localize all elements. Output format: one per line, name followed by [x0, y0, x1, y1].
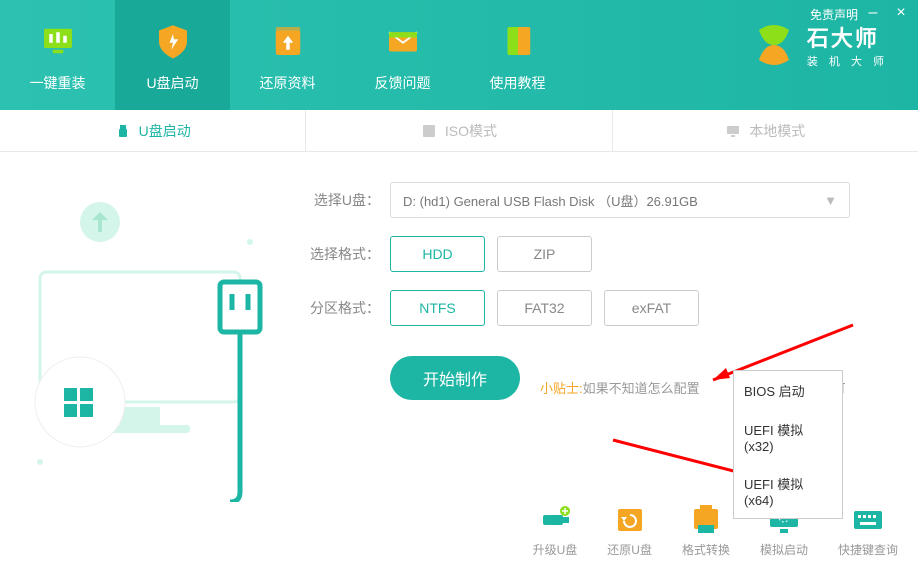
upload-icon — [264, 17, 312, 65]
start-button[interactable]: 开始制作 — [390, 356, 520, 400]
tip-label: 小贴士: — [540, 378, 583, 397]
brand-title: 石大师 — [807, 21, 888, 53]
local-icon — [725, 123, 741, 139]
nav-reinstall[interactable]: 一键重装 — [0, 0, 115, 110]
format-hdd[interactable]: HDD — [390, 236, 485, 272]
tab-iso[interactable]: ISO模式 — [306, 110, 612, 151]
book-icon — [494, 17, 542, 65]
partition-fat32[interactable]: FAT32 — [497, 290, 592, 326]
partition-label: 分区格式： — [310, 298, 390, 318]
brand: 石大师 装 机 大 师 — [749, 20, 888, 70]
tab-usb-boot[interactable]: U盘启动 — [0, 110, 306, 151]
nav-feedback[interactable]: 反馈问题 — [345, 0, 460, 110]
chevron-down-icon: ▼ — [824, 193, 837, 208]
convert-icon — [688, 503, 724, 535]
dropdown-bios[interactable]: BIOS 启动 — [734, 371, 842, 410]
usb-select-label: 选择U盘： — [310, 190, 390, 210]
keyboard-icon — [850, 503, 886, 535]
format-zip[interactable]: ZIP — [497, 236, 592, 272]
boot-mode-dropdown: BIOS 启动 UEFI 模拟(x32) UEFI 模拟(x64) — [733, 370, 843, 519]
partition-exfat[interactable]: exFAT — [604, 290, 699, 326]
bottom-actions: 升级U盘 还原U盘 格式转换 模拟启动 快捷键查询 — [533, 503, 898, 558]
usb-icon — [115, 123, 131, 139]
action-format-convert[interactable]: 格式转换 — [682, 503, 730, 558]
tab-local[interactable]: 本地模式 — [613, 110, 918, 151]
brand-subtitle: 装 机 大 师 — [807, 53, 888, 69]
action-restore-usb[interactable]: 还原U盘 — [607, 503, 652, 558]
nav-restore[interactable]: 还原资料 — [230, 0, 345, 110]
usb-upgrade-icon — [537, 503, 573, 535]
shield-icon — [149, 17, 197, 65]
dropdown-uefi32[interactable]: UEFI 模拟(x32) — [734, 410, 842, 464]
monitor-icon — [34, 17, 82, 65]
format-label: 选择格式： — [310, 244, 390, 264]
illustration — [20, 182, 280, 482]
sub-tabs: U盘启动 ISO模式 本地模式 — [0, 110, 918, 152]
mail-icon — [379, 17, 427, 65]
tip-text: 如果不知道怎么配置 — [583, 378, 700, 397]
restore-icon — [612, 503, 648, 535]
dropdown-uefi64[interactable]: UEFI 模拟(x64) — [734, 464, 842, 518]
header: 一键重装 U盘启动 还原资料 反馈问题 使用教程 免责声明 – × 石大师 装 … — [0, 0, 918, 110]
partition-ntfs[interactable]: NTFS — [390, 290, 485, 326]
iso-icon — [421, 123, 437, 139]
brand-logo-icon — [749, 20, 799, 70]
usb-select[interactable]: D: (hd1) General USB Flash Disk （U盘）26.9… — [390, 182, 850, 218]
close-button[interactable]: × — [892, 4, 910, 22]
action-upgrade-usb[interactable]: 升级U盘 — [533, 503, 578, 558]
tip: 小贴士: 如果不知道怎么配置 即可 — [540, 378, 898, 397]
nav-usb-boot[interactable]: U盘启动 — [115, 0, 230, 110]
nav-tutorial[interactable]: 使用教程 — [460, 0, 575, 110]
action-shortcuts[interactable]: 快捷键查询 — [838, 503, 898, 558]
